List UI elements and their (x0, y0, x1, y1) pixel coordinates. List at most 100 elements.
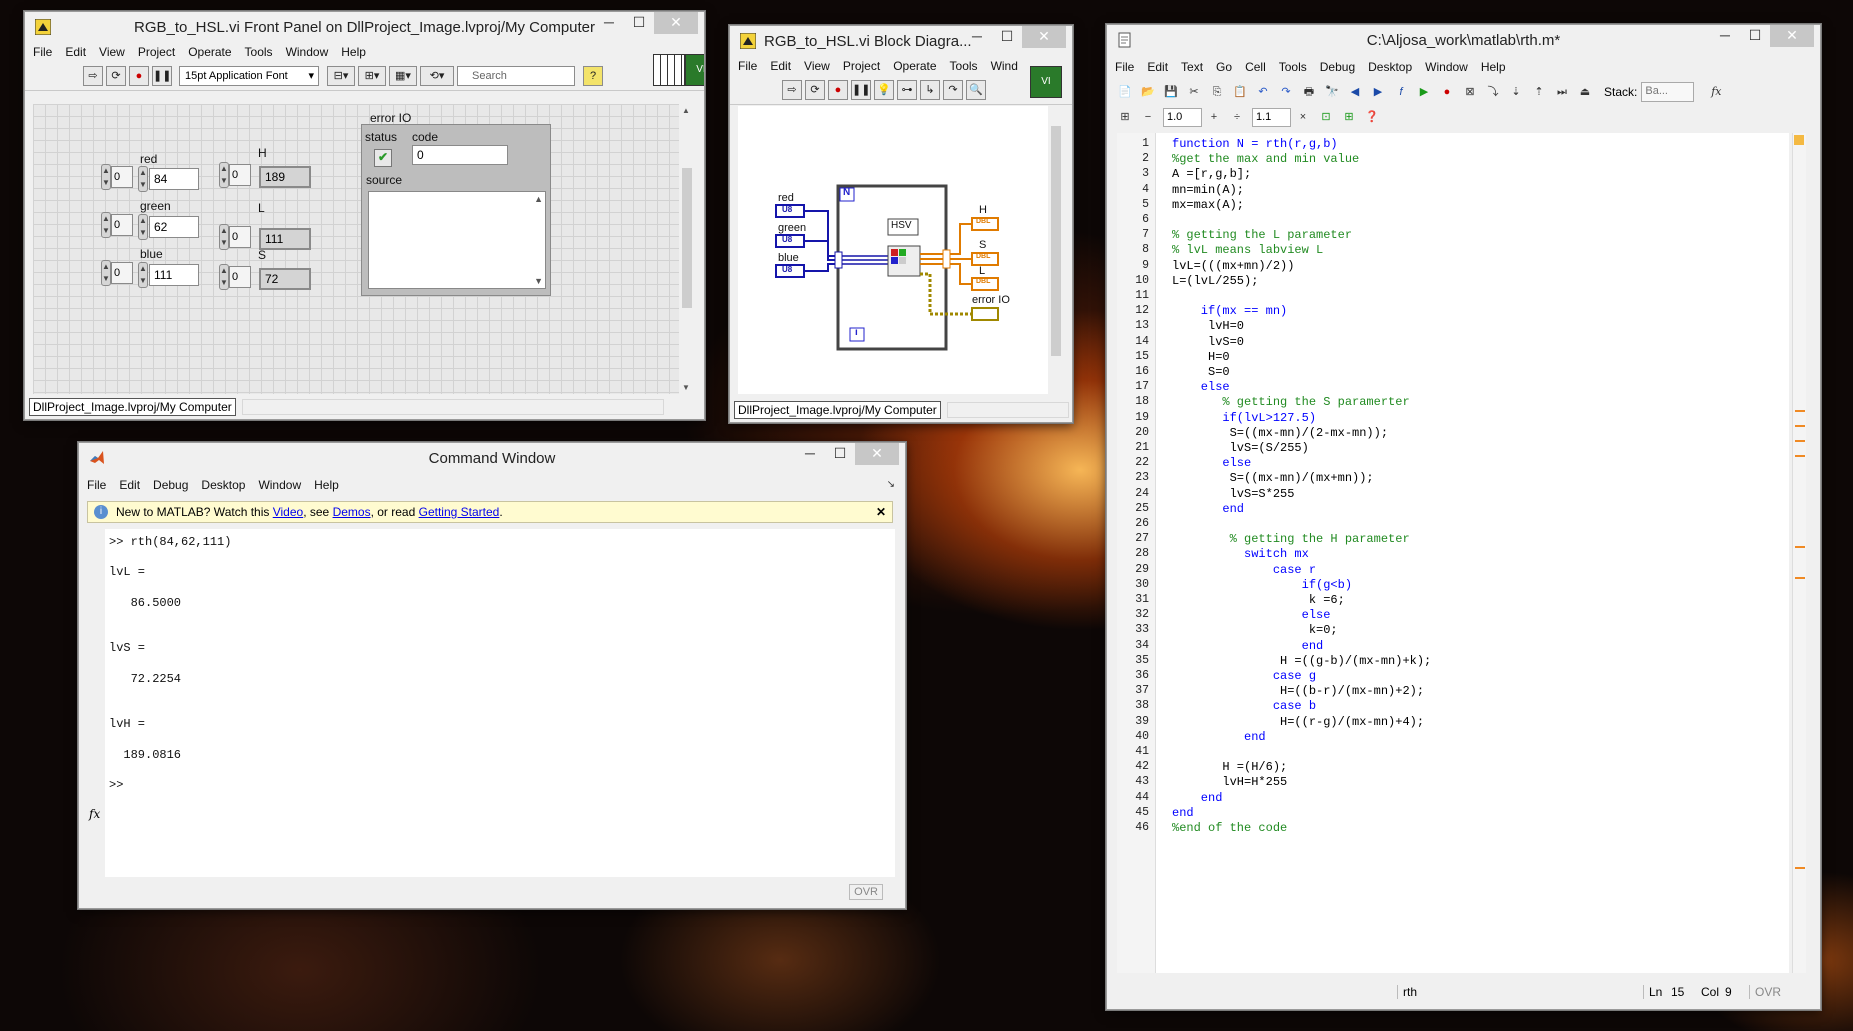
warning-marker[interactable] (1795, 867, 1805, 869)
menu-operate[interactable]: Operate (893, 59, 936, 73)
source-textbox[interactable]: ▲ ▼ (368, 191, 546, 289)
continue-icon[interactable]: ⏭ (1554, 84, 1570, 100)
code-line[interactable]: lvS=(S/255) (1172, 441, 1309, 455)
divide-icon[interactable]: ÷ (1229, 109, 1245, 125)
menu-window[interactable]: Window (286, 45, 329, 59)
resize-icon[interactable]: ▦▾ (389, 66, 417, 86)
code-line[interactable]: else (1172, 380, 1230, 394)
green-incdec[interactable]: ▲ ▼ (138, 214, 148, 240)
front-panel-titlebar[interactable]: RGB_to_HSL.vi Front Panel on DllProject_… (25, 12, 704, 42)
paste-icon[interactable]: 📋 (1232, 84, 1248, 100)
menu-operate[interactable]: Operate (188, 45, 231, 59)
exit-debug-icon[interactable]: ⏏ (1577, 84, 1593, 100)
minimize-button[interactable]: ─ (1710, 25, 1740, 47)
command-output[interactable]: >> rth(84,62,111) lvL = 86.5000 lvS = 72… (105, 529, 895, 877)
error-io-terminal[interactable] (971, 307, 999, 321)
step-icon[interactable]: ⤵ (1485, 84, 1501, 100)
run-arrow-icon[interactable]: ⇨ (782, 80, 802, 100)
menu-help[interactable]: Help (1481, 60, 1506, 74)
search-icon[interactable]: 🔍 (966, 80, 986, 100)
highlight-execution-icon[interactable]: 💡 (874, 80, 894, 100)
red-incdec[interactable]: ▲ ▼ (138, 166, 148, 192)
cell-scale-input[interactable]: 1.1 (1252, 107, 1291, 127)
warning-marker[interactable] (1795, 440, 1805, 442)
code-line[interactable]: mn=min(A); (1172, 183, 1244, 197)
undock-icon[interactable]: ↘ (887, 479, 895, 490)
horizontal-scrollbar[interactable] (946, 402, 1069, 418)
close-info-icon[interactable]: ✕ (876, 502, 886, 523)
code-line[interactable]: H =((g-b)/(mx-mn)+k); (1172, 654, 1431, 668)
menu-window[interactable]: Window (1425, 60, 1468, 74)
redo-icon[interactable]: ↷ (1278, 84, 1294, 100)
vertical-scrollbar[interactable]: ▲ ▼ (679, 104, 695, 394)
red-radix-incdec[interactable]: ▲ ▼ (101, 164, 111, 190)
code-line[interactable]: else (1172, 608, 1331, 622)
code-line[interactable]: %end of the code (1172, 821, 1287, 835)
run-arrow-icon[interactable]: ⇨ (83, 66, 103, 86)
abort-icon[interactable]: ● (828, 80, 848, 100)
green-control[interactable]: 62 (149, 216, 199, 238)
search-input[interactable]: Search (457, 66, 575, 86)
code-line[interactable]: function N = rth(r,g,b) (1172, 137, 1338, 151)
scroll-down-icon[interactable]: ▼ (534, 276, 543, 286)
block-diagram-titlebar[interactable]: RGB_to_HSL.vi Block Diagra... ─ ☐ ✕ (730, 26, 1072, 56)
pause-icon[interactable]: ❚❚ (152, 66, 172, 86)
code-line[interactable]: S=((mx-mn)/(2-mx-mn)); (1172, 426, 1388, 440)
menu-debug[interactable]: Debug (1320, 60, 1355, 74)
scroll-thumb[interactable] (1051, 126, 1061, 356)
code-line[interactable]: lvH=H*255 (1172, 775, 1287, 789)
block-diagram-canvas[interactable]: red green blue U8 U8 U8 N i HSV H DBL S … (738, 106, 1048, 394)
minimize-button[interactable]: ─ (962, 26, 992, 48)
menu-debug[interactable]: Debug (153, 478, 188, 492)
font-select[interactable]: 15pt Application Font (179, 66, 319, 86)
minimize-button[interactable]: ─ (594, 12, 624, 34)
code-line[interactable]: S=0 (1172, 365, 1230, 379)
menu-text[interactable]: Text (1181, 60, 1203, 74)
code-line[interactable]: case r (1172, 563, 1316, 577)
code-line[interactable]: % lvL means labview L (1172, 243, 1323, 257)
menu-view[interactable]: View (804, 59, 830, 73)
code-line[interactable]: end (1172, 502, 1244, 516)
minimize-button[interactable]: ─ (795, 443, 825, 465)
eval-advance-icon[interactable]: ⊞ (1341, 109, 1357, 125)
blue-radix[interactable]: 0 (111, 262, 133, 284)
code-line[interactable]: H=((r-g)/(mx-mn)+4); (1172, 715, 1424, 729)
h-radix-incdec[interactable]: ▲ ▼ (219, 162, 229, 188)
copy-icon[interactable]: ⎘ (1209, 84, 1225, 100)
save-icon[interactable]: 💾 (1163, 84, 1179, 100)
scroll-up-icon[interactable]: ▲ (682, 106, 690, 115)
code-line[interactable]: if(mx == mn) (1172, 304, 1287, 318)
step-over-icon[interactable]: ↷ (943, 80, 963, 100)
stack-select[interactable]: Ba... (1641, 82, 1695, 102)
run-continuously-icon[interactable]: ⟳ (805, 80, 825, 100)
h-radix[interactable]: 0 (229, 164, 251, 186)
menu-go[interactable]: Go (1216, 60, 1232, 74)
menu-edit[interactable]: Edit (119, 478, 140, 492)
code-line[interactable]: k=0; (1172, 623, 1338, 637)
step-in-icon[interactable]: ⇣ (1508, 84, 1524, 100)
blue-incdec[interactable]: ▲ ▼ (138, 262, 148, 288)
maximize-button[interactable]: ☐ (624, 12, 654, 34)
demos-link[interactable]: Demos (333, 505, 371, 519)
code-line[interactable]: lvS=S*255 (1172, 487, 1295, 501)
step-into-icon[interactable]: ↳ (920, 80, 940, 100)
find-icon[interactable]: 🔭 (1324, 84, 1340, 100)
code-line[interactable]: % getting the S paramerter (1172, 395, 1409, 409)
run-icon[interactable]: ▶ (1416, 84, 1432, 100)
print-icon[interactable]: 🖶 (1301, 84, 1317, 100)
s-radix[interactable]: 0 (229, 266, 251, 288)
menu-help[interactable]: Help (314, 478, 339, 492)
code-line[interactable]: % getting the H parameter (1172, 532, 1410, 546)
close-button[interactable]: ✕ (855, 443, 899, 465)
help-icon[interactable]: ❓ (1364, 109, 1380, 125)
close-button[interactable]: ✕ (1022, 26, 1066, 48)
fx-icon[interactable]: fx (1708, 84, 1724, 100)
maximize-button[interactable]: ☐ (992, 26, 1022, 48)
green-radix[interactable]: 0 (111, 214, 133, 236)
getting-started-link[interactable]: Getting Started (419, 505, 500, 519)
retain-wire-values-icon[interactable]: ⊶ (897, 80, 917, 100)
status-check-icon[interactable]: ✔ (374, 149, 392, 167)
code-line[interactable]: H =(H/6); (1172, 760, 1287, 774)
code-line[interactable]: H=((b-r)/(mx-mn)+2); (1172, 684, 1424, 698)
breakpoint-icon[interactable]: ● (1439, 84, 1455, 100)
